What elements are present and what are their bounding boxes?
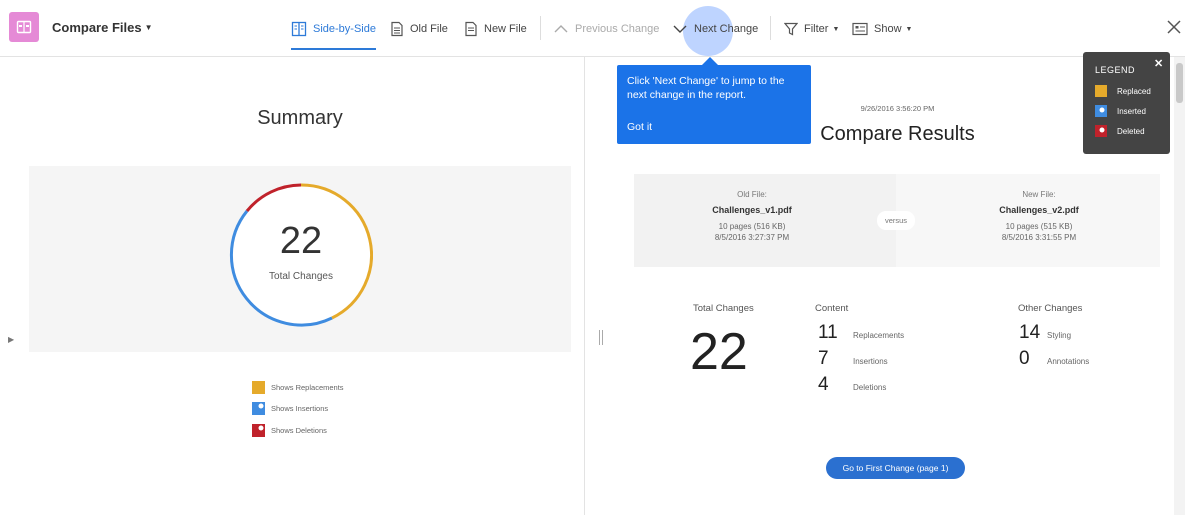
- next-change-tooltip: Click 'Next Change' to jump to the next …: [617, 57, 811, 144]
- document-icon: [465, 21, 477, 37]
- report-title: Compare Results: [820, 123, 975, 145]
- key-deletions: Shows Deletions: [252, 424, 327, 437]
- close-legend-icon[interactable]: ✕: [1154, 57, 1163, 70]
- filter-menu[interactable]: Filter ▼: [784, 19, 839, 39]
- annotations-label: Annotations: [1047, 357, 1090, 366]
- stat-styling: 14 Styling: [1019, 322, 1071, 344]
- pane-resize-handle[interactable]: [599, 330, 603, 345]
- versus-badge: versus: [877, 211, 915, 230]
- toolbar-divider: [770, 16, 771, 40]
- key-deletions-label: Shows Deletions: [271, 426, 327, 435]
- expand-panel-icon[interactable]: ▶: [8, 335, 14, 344]
- key-replacements: Shows Replacements: [252, 381, 344, 394]
- legend-replaced-label: Replaced: [1117, 86, 1151, 96]
- annotations-count: 0: [1019, 348, 1030, 369]
- compare-files-app-icon[interactable]: [9, 12, 39, 42]
- new-file-pages: 10 pages (515 KB): [1005, 222, 1073, 231]
- content-heading: Content: [815, 303, 849, 314]
- chevron-up-icon: [554, 25, 568, 33]
- document-icon: [391, 21, 403, 37]
- filter-label: Filter: [804, 23, 829, 35]
- previous-change-button[interactable]: Previous Change: [553, 19, 659, 39]
- old-file-date: 8/5/2016 3:27:37 PM: [714, 233, 790, 242]
- previous-change-label: Previous Change: [575, 23, 660, 35]
- insertions-label: Insertions: [853, 357, 888, 366]
- old-file-info: Old File: Challenges_v1.pdf 10 pages (51…: [677, 190, 827, 243]
- key-replacements-label: Shows Replacements: [271, 383, 344, 392]
- stat-insertions: 7 Insertions: [818, 348, 888, 370]
- old-file-header: Old File:: [737, 190, 767, 199]
- next-change-label: Next Change: [694, 23, 759, 35]
- toolbar: Compare Files ▼ Side-by-Side Old File New…: [0, 0, 1185, 57]
- show-label: Show: [874, 23, 902, 35]
- new-file-info: New File: Challenges_v2.pdf 10 pages (51…: [964, 190, 1114, 243]
- show-panel-icon: [852, 22, 868, 36]
- caret-down-icon: ▼: [144, 23, 153, 32]
- got-it-button[interactable]: Got it: [627, 120, 652, 134]
- stat-annotations: 0 Annotations: [1019, 348, 1089, 370]
- total-changes-value: 22: [690, 323, 748, 381]
- stat-deletions: 4 Deletions: [818, 374, 886, 396]
- replacements-label: Replacements: [853, 331, 905, 340]
- side-by-side-label: Side-by-Side: [313, 23, 376, 35]
- new-file-date: 8/5/2016 3:31:55 PM: [1001, 233, 1077, 242]
- styling-count: 14: [1019, 322, 1041, 343]
- insertions-count: 7: [818, 348, 829, 369]
- tooltip-text: Click 'Next Change' to jump to the next …: [627, 75, 785, 101]
- scrollbar-thumb[interactable]: [1176, 63, 1183, 103]
- total-changes-heading: Total Changes: [693, 303, 754, 314]
- new-file-button[interactable]: New File: [464, 19, 527, 39]
- legend-inserted-label: Inserted: [1117, 106, 1146, 116]
- old-file-label: Old File: [410, 23, 448, 35]
- legend-item-replaced: Replaced: [1095, 85, 1151, 97]
- go-to-first-change-button[interactable]: Go to First Change (page 1): [826, 457, 965, 479]
- deletions-count: 4: [818, 374, 829, 395]
- next-change-button[interactable]: Next Change: [672, 19, 758, 39]
- replaced-swatch-icon: [1095, 85, 1107, 97]
- old-file-button[interactable]: Old File: [390, 19, 448, 39]
- key-insertions-label: Shows Insertions: [271, 404, 329, 413]
- inserted-marker-icon: [1095, 105, 1107, 117]
- deleted-marker-icon: [1095, 125, 1107, 137]
- app-title-label: Compare Files: [52, 20, 142, 35]
- deleted-marker-icon: [252, 424, 265, 437]
- deletions-label: Deletions: [853, 383, 887, 392]
- replacements-count: 11: [818, 322, 838, 343]
- legend-item-deleted: Deleted: [1095, 125, 1145, 137]
- summary-title: Summary: [257, 107, 343, 129]
- compare-files-menu[interactable]: Compare Files ▼: [52, 20, 153, 35]
- summary-total-value: 22: [279, 220, 323, 262]
- caret-down-icon: ▼: [832, 25, 840, 33]
- filter-icon: [784, 22, 798, 36]
- legend-panel: LEGEND ✕ Replaced Inserted Deleted: [1083, 52, 1170, 154]
- replaced-swatch-icon: [252, 381, 265, 394]
- toolbar-divider: [540, 16, 541, 40]
- legend-deleted-label: Deleted: [1117, 126, 1145, 136]
- summary-total-label: Total Changes: [269, 271, 333, 282]
- old-file-pages: 10 pages (516 KB): [718, 222, 786, 231]
- side-by-side-icon: [291, 21, 307, 37]
- chevron-down-icon: [673, 25, 687, 33]
- legend-title: LEGEND: [1095, 65, 1136, 75]
- show-menu[interactable]: Show ▼: [852, 19, 912, 39]
- side-by-side-button[interactable]: Side-by-Side: [291, 19, 376, 50]
- new-file-header: New File:: [1022, 190, 1056, 199]
- styling-label: Styling: [1047, 331, 1072, 340]
- new-file-name: Challenges_v2.pdf: [999, 205, 1079, 215]
- legend-item-inserted: Inserted: [1095, 105, 1146, 117]
- key-insertions: Shows Insertions: [252, 402, 328, 415]
- close-icon[interactable]: [1166, 19, 1184, 37]
- old-file-name: Challenges_v1.pdf: [712, 205, 792, 215]
- inserted-marker-icon: [252, 402, 265, 415]
- report-date: 9/26/2016 3:56:20 PM: [860, 104, 935, 113]
- other-changes-heading: Other Changes: [1018, 303, 1083, 314]
- new-file-label: New File: [484, 23, 527, 35]
- stat-replacements: 11 Replacements: [818, 322, 904, 344]
- report-scrollbar[interactable]: [1174, 57, 1185, 515]
- caret-down-icon: ▼: [905, 25, 913, 33]
